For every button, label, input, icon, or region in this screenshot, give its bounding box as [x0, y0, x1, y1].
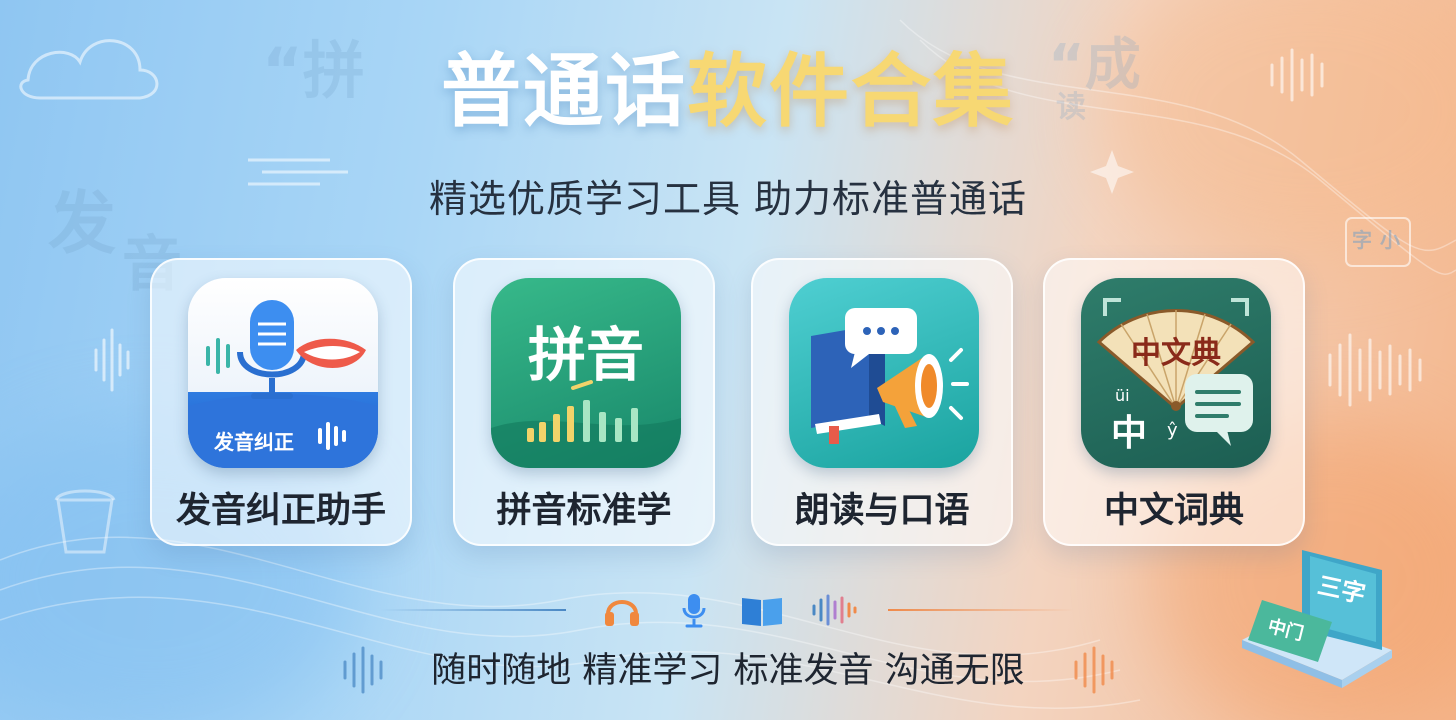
- open-book-icon: [742, 598, 782, 626]
- footer-divider-left: [380, 609, 566, 611]
- app-label: 发音纠正助手: [175, 491, 386, 531]
- headphones-icon: [605, 600, 639, 626]
- app-card-pronunciation[interactable]: 发音纠正 发音纠正助手: [150, 258, 412, 546]
- microphone-icon: [682, 594, 706, 628]
- footer-divider-right: [888, 609, 1074, 611]
- app-badge-text: 发音纠正: [214, 430, 294, 454]
- fan-dictionary-icon: 中文典 üi 中 ŷ: [1081, 278, 1271, 468]
- app-card-pinyin[interactable]: 拼音 拼音标准学: [453, 258, 715, 546]
- pinyin-mark-top: üi: [1115, 386, 1130, 405]
- page-subtitle: 精选优质学习工具 助力标准普通话: [428, 177, 1028, 221]
- sound-wave-icon: [812, 594, 857, 626]
- dictionary-char: 中: [1111, 413, 1148, 454]
- pinyin-icon-text: 拼音: [527, 321, 644, 389]
- book-megaphone-icon: [789, 278, 979, 468]
- study-book-illustration: [1242, 550, 1392, 688]
- title-part-gold: 软件合集: [687, 45, 1015, 138]
- app-label: 朗读与口语: [794, 491, 970, 531]
- page-title: 普通话软件合集: [0, 52, 1456, 132]
- app-label: 中文词典: [1103, 491, 1244, 531]
- pinyin-icon: 拼音: [491, 278, 681, 468]
- pinyin-mark-bottom: ŷ: [1167, 420, 1178, 441]
- app-card-dictionary[interactable]: 中文典 üi 中 ŷ 中文词典: [1043, 258, 1305, 546]
- ghost-char: 字: [1352, 228, 1372, 252]
- fan-text: 中文典: [1131, 336, 1221, 371]
- title-part-white: 普通话: [441, 45, 687, 138]
- app-label: 拼音标准学: [496, 491, 672, 531]
- ghost-char: 小: [1380, 228, 1400, 252]
- app-card-reading[interactable]: 朗读与口语: [751, 258, 1013, 546]
